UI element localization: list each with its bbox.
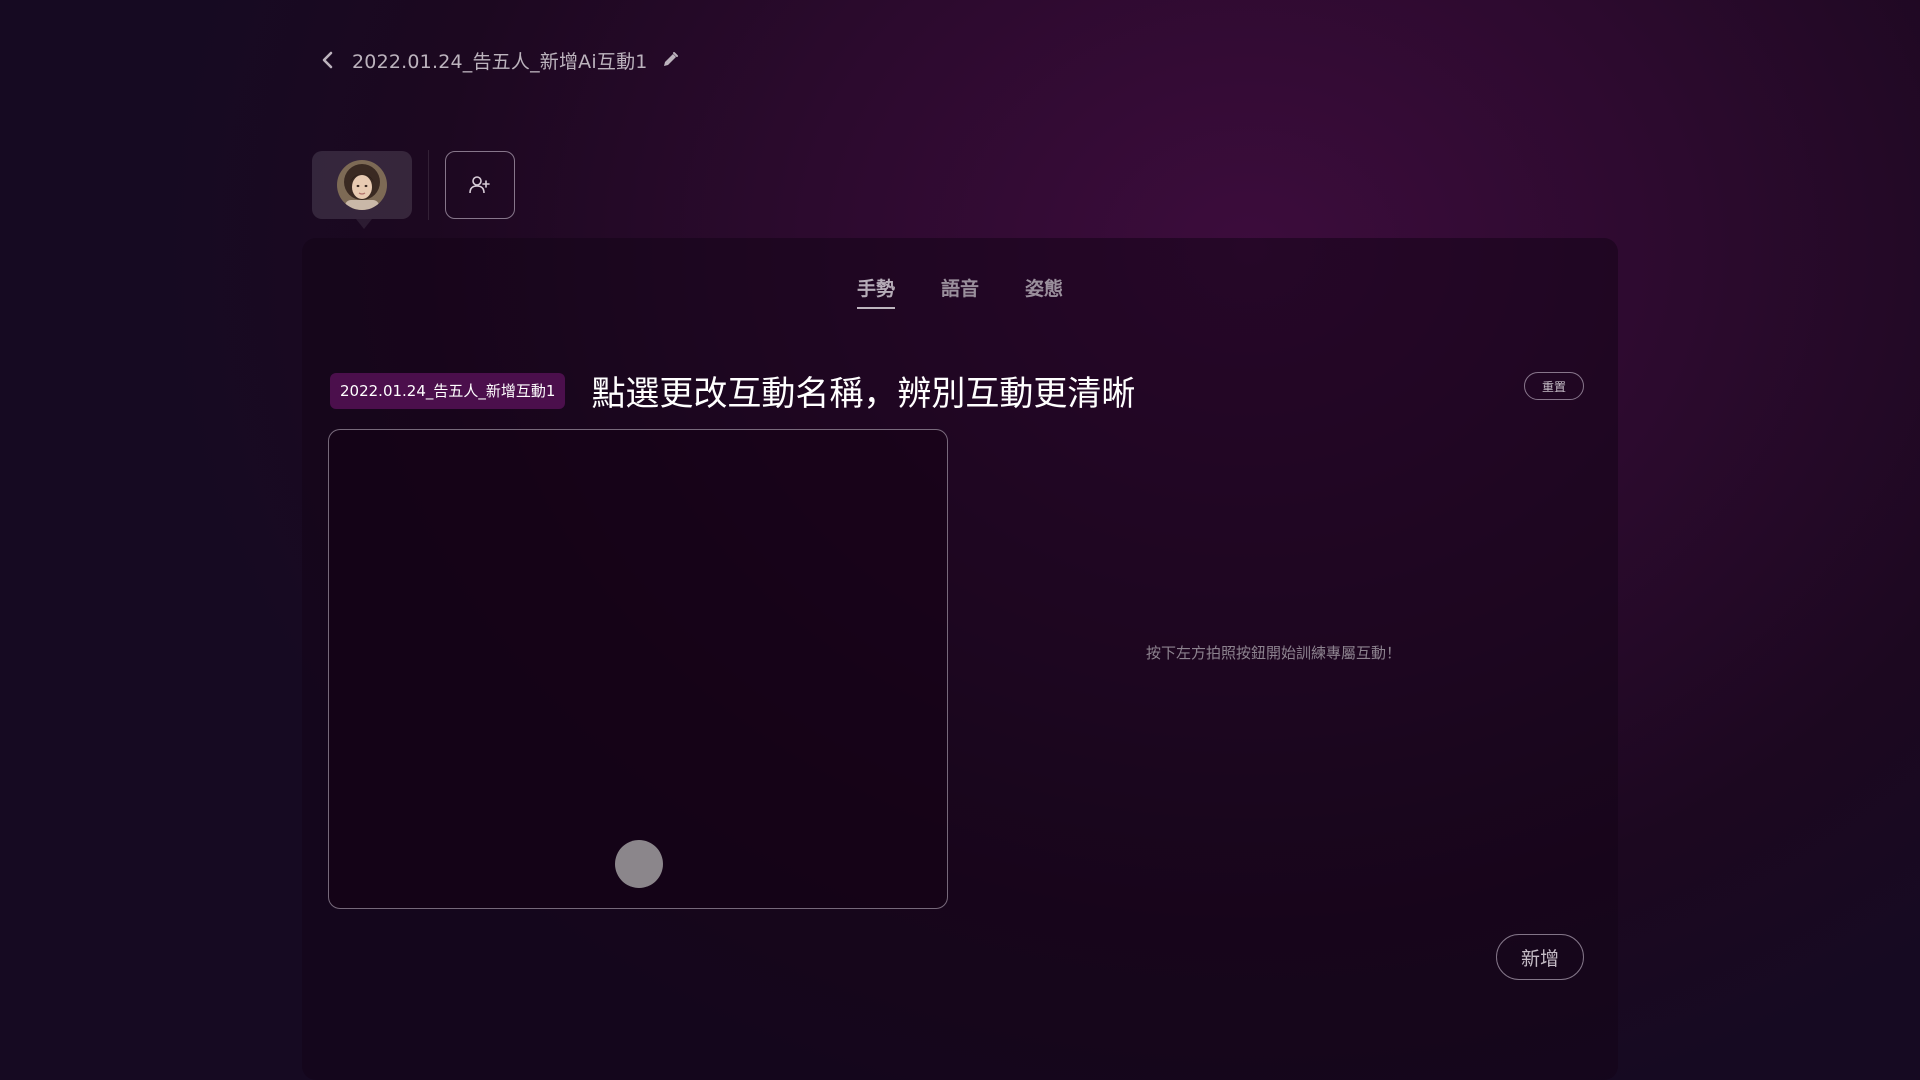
divider [428,150,429,220]
chevron-left-icon [322,51,333,69]
interaction-name-chip[interactable]: 2022.01.24_告五人_新增互動1 [330,372,566,409]
add-user-icon [469,176,490,194]
pencil-icon [663,52,678,66]
page-header: 2022.01.24_告五人_新增Ai互動1 [316,44,680,76]
character-card[interactable] [312,151,412,229]
interaction-panel: 手勢 語音 姿態 2022.01.24_告五人_新增互動1 點選更改互動名稱，辨… [302,238,1618,1080]
reset-button[interactable]: 重置 [1524,372,1584,400]
tab-bar: 手勢 語音 姿態 [302,274,1618,309]
page-title: 2022.01.24_告五人_新增Ai互動1 [352,50,648,73]
empty-state-hint: 按下左方拍照按鈕開始訓練專屬互動！ [1146,644,1402,662]
tab-voice[interactable]: 語音 [941,274,979,309]
edit-title-button[interactable] [660,50,680,70]
add-character-button[interactable] [445,151,515,219]
avatar [337,160,387,210]
back-button[interactable] [316,48,340,72]
camera-preview [328,429,948,909]
character-selector [312,150,515,229]
capture-button[interactable] [615,840,663,888]
tab-posture[interactable]: 姿態 [1025,274,1063,309]
rename-hint: 點選更改互動名稱，辨別互動更清晰 [591,374,1136,414]
tab-gesture[interactable]: 手勢 [856,274,895,309]
interaction-name-row: 2022.01.24_告五人_新增互動1 點選更改互動名稱，辨別互動更清晰 [330,366,1135,415]
add-button[interactable]: 新增 [1496,934,1584,980]
